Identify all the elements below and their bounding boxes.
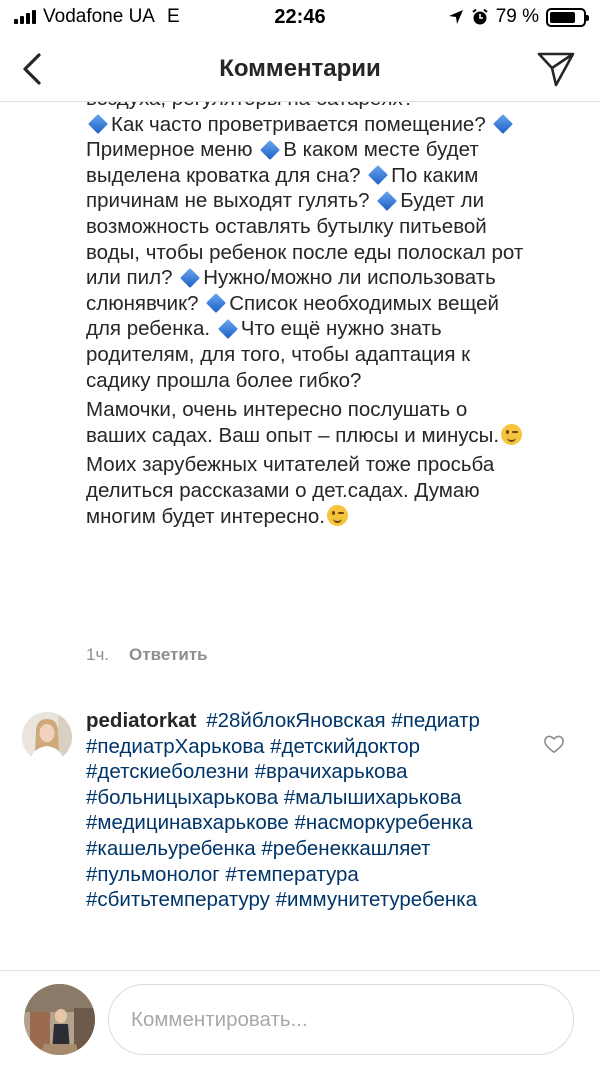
hashtag-link[interactable]: #температура: [225, 863, 358, 886]
hashtag-link[interactable]: #врачихарькова: [255, 760, 408, 783]
question-airing: Как часто проветривается помещение?: [111, 112, 486, 136]
question-menu: Примерное меню: [86, 138, 253, 162]
avatar-photo: [24, 984, 95, 1055]
paper-plane-icon[interactable]: [536, 50, 576, 88]
hashtag-link[interactable]: #28йблокЯновская: [206, 709, 385, 732]
avatar-photo: [22, 712, 72, 762]
cut-off-line: воздуха, регуляторы на батареях?: [86, 102, 414, 110]
paragraph-foreign-readers: Моих зарубежных читателей тоже просьба д…: [86, 453, 495, 528]
comment-body: pediatorkat #28йблокЯновская #педиатр #п…: [86, 708, 526, 913]
blue-diamond-icon: [180, 267, 201, 288]
hashtag-link[interactable]: #медицинавхарькове: [86, 811, 289, 834]
blue-diamond-icon: [206, 293, 227, 314]
hashtag-link[interactable]: #малышихарькова: [284, 786, 462, 809]
hashtag-link[interactable]: #педиатр: [391, 709, 480, 732]
hashtag-link[interactable]: #насморкуребенка: [295, 811, 473, 834]
hashtag-link[interactable]: #сбитьтемпературу: [86, 888, 270, 911]
comment-time: 1ч.: [86, 645, 110, 664]
username[interactable]: pediatorkat: [86, 709, 197, 732]
comment-meta: 1ч. Ответить: [86, 645, 208, 665]
heart-outline-icon[interactable]: [543, 734, 565, 754]
comment-body: воздуха, регуляторы на батареях? Как час…: [86, 102, 526, 533]
comments-list[interactable]: воздуха, регуляторы на батареях? Как час…: [0, 102, 600, 970]
hashtag-link[interactable]: #педиатрХарькова: [86, 735, 264, 758]
battery-icon: [546, 7, 589, 27]
avatar[interactable]: [22, 712, 72, 762]
hashtag-link[interactable]: #детскиеболезни: [86, 760, 249, 783]
blue-diamond-icon: [377, 191, 398, 211]
battery-percent: 79 %: [495, 6, 539, 27]
comment-composer: [0, 970, 600, 1066]
winking-face-icon: [326, 504, 348, 526]
avatar: [24, 984, 95, 1055]
comment-input[interactable]: [108, 984, 574, 1055]
hashtag-link[interactable]: #пульмонолог: [86, 863, 220, 886]
alarm-clock-icon: [472, 8, 488, 25]
status-bar: Vodafone UA E 22:46 79 %: [0, 0, 600, 36]
status-right: 79 %: [448, 6, 589, 28]
winking-face-icon: [501, 423, 523, 445]
hashtag-link[interactable]: #иммунитетуребенка: [276, 888, 477, 911]
navigation-bar: Комментарии: [0, 36, 600, 102]
reply-button[interactable]: Ответить: [129, 645, 208, 665]
paragraph-moms: Мамочки, очень интересно послушать о ваш…: [86, 398, 500, 447]
hashtag-link[interactable]: #ребенеккашляет: [261, 837, 430, 860]
hashtag-link[interactable]: #детскийдоктор: [270, 735, 420, 758]
blue-diamond-icon: [368, 165, 389, 186]
blue-diamond-icon: [217, 319, 238, 339]
page-title: Комментарии: [219, 55, 381, 82]
location-arrow-icon: [448, 10, 463, 24]
blue-diamond-icon: [493, 114, 514, 135]
hashtag-link[interactable]: #кашельуребенка: [86, 837, 256, 860]
blue-diamond-icon: [260, 139, 281, 160]
blue-diamond-icon: [88, 114, 108, 135]
hashtag-link[interactable]: #больницыхарькова: [86, 786, 278, 809]
